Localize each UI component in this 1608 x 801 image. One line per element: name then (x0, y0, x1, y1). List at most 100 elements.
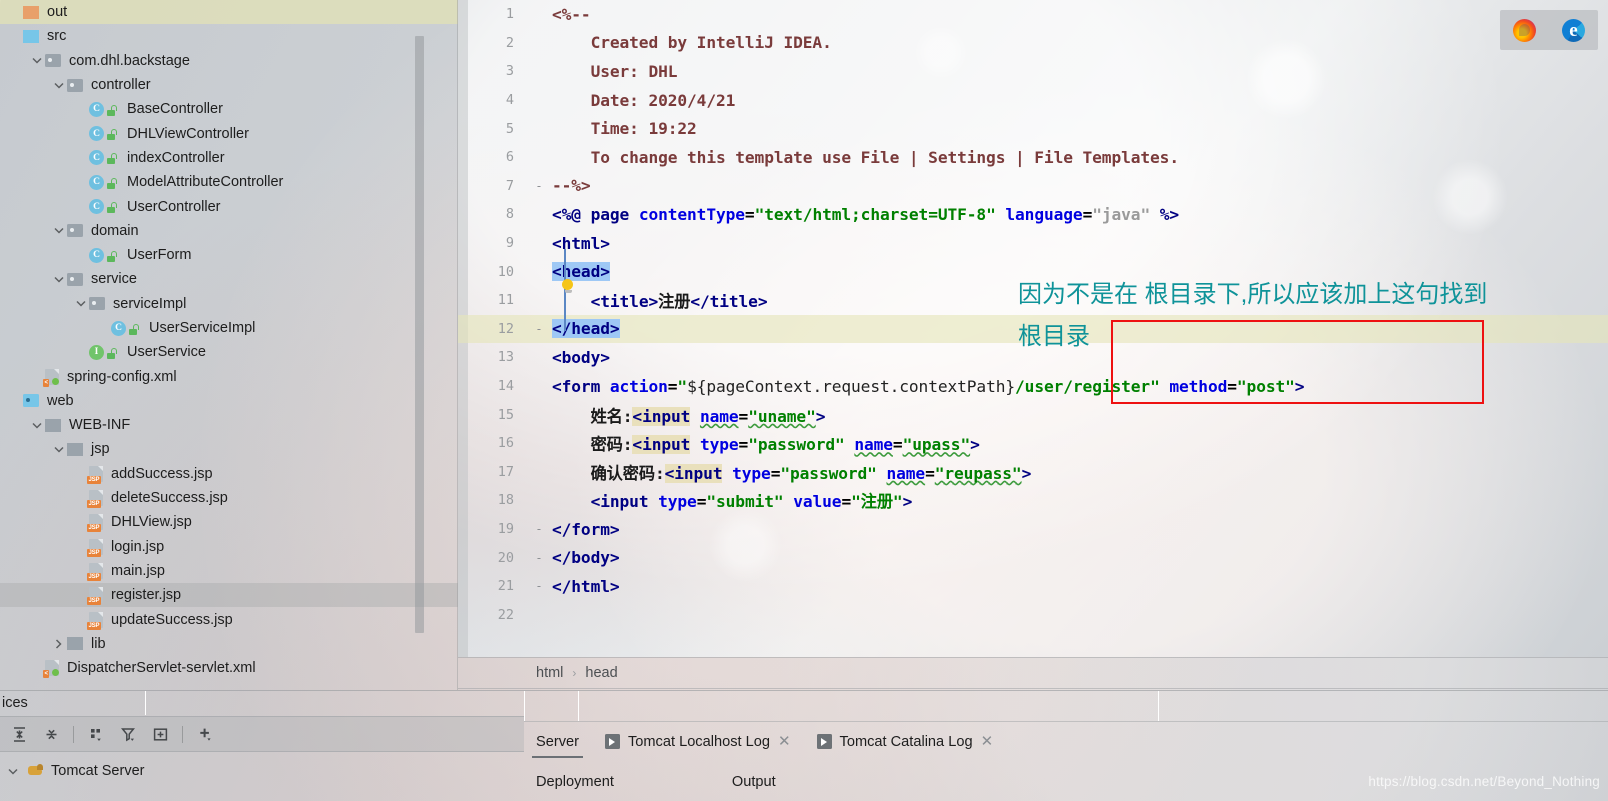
code-line-22[interactable]: 22 (458, 601, 1608, 630)
tree-item-userserviceimpl[interactable]: C UserServiceImpl (0, 316, 458, 340)
tab-tomcat-catalina-log-label: Tomcat Catalina Log (839, 733, 973, 750)
tree-item-com-dhl-backstage[interactable]: com.dhl.backstage (0, 49, 458, 73)
code-line-4[interactable]: 4 Date: 2020/4/21 (458, 86, 1608, 115)
chevron-right-icon[interactable] (50, 639, 67, 649)
fold-marker[interactable]: - (526, 551, 552, 565)
code-line-19[interactable]: 19- </form> (458, 515, 1608, 544)
services-toolbar[interactable] (0, 716, 524, 752)
group-by-icon[interactable] (81, 720, 111, 748)
chevron-down-icon[interactable] (50, 227, 67, 234)
code-line-8[interactable]: 8 <%@ page contentType="text/html;charset… (458, 200, 1608, 229)
code-line-21[interactable]: 21- </html> (458, 572, 1608, 601)
code-line-16[interactable]: 16 密码:<input type="password" name="upass… (458, 429, 1608, 458)
code-line-6[interactable]: 6 To change this template use File | Set… (458, 143, 1608, 172)
tree-item-indexcontroller[interactable]: CindexController (0, 146, 458, 170)
open-in-browser-popup[interactable] (1500, 10, 1598, 50)
fold-marker[interactable]: - (526, 522, 552, 536)
project-tree-scrollbar[interactable] (415, 36, 424, 633)
tree-item-icon (23, 5, 39, 19)
tree-item-addsuccess-jsp[interactable]: JSP addSuccess.jsp (0, 462, 458, 486)
folder-grey-icon (67, 637, 83, 651)
fold-marker[interactable]: - (526, 579, 552, 593)
tab-tomcat-catalina-log[interactable]: Tomcat Catalina Log ✕ (816, 722, 994, 762)
tree-item-deletesuccess-jsp[interactable]: JSP deleteSuccess.jsp (0, 486, 458, 510)
tree-item-userservice[interactable]: I UserService (0, 340, 458, 364)
tree-item-jsp[interactable]: jsp (0, 437, 458, 461)
services-tab-label[interactable]: ices (0, 691, 524, 715)
add-icon[interactable] (190, 720, 220, 748)
tree-item-icon: JSP (87, 490, 103, 509)
code-line-1[interactable]: 1 <%-- (458, 0, 1608, 29)
tree-item-domain[interactable]: domain (0, 219, 458, 243)
edge-icon[interactable] (1562, 18, 1585, 42)
fold-marker[interactable]: - (526, 179, 552, 193)
tab-tomcat-localhost-log[interactable]: Tomcat Localhost Log ✕ (604, 722, 791, 762)
code-line-9[interactable]: 9 <html> (458, 229, 1608, 258)
tree-item-lib[interactable]: lib (0, 632, 458, 656)
tree-item-modelattributecontroller[interactable]: C ModelAttributeController (0, 170, 458, 194)
expand-all-icon[interactable] (4, 720, 34, 748)
tree-item-out[interactable]: out (0, 0, 458, 25)
code-line-2[interactable]: 2 Created by IntelliJ IDEA. (458, 29, 1608, 58)
code-line-3[interactable]: 3 User: DHL (458, 57, 1608, 86)
tree-item-icon: I (89, 344, 119, 360)
xml-file-icon: < (43, 368, 60, 387)
code-line-18[interactable]: 18 <input type="submit" value="注册"> (458, 486, 1608, 515)
tree-item-web[interactable]: web (0, 389, 458, 413)
tree-item-label: UserServiceImpl (149, 320, 256, 336)
tree-item-register-jsp[interactable]: JSP register.jsp (0, 583, 458, 608)
tree-item-userform[interactable]: C UserForm (0, 243, 458, 267)
code-line-15[interactable]: 15 姓名:<input name="uname"> (458, 400, 1608, 429)
tree-item-src[interactable]: src (0, 24, 458, 48)
tree-item-spring-config-xml[interactable]: < spring-config.xml (0, 364, 458, 388)
toolbar-separator-2 (182, 725, 183, 743)
sub-tab-output[interactable]: Output (732, 774, 776, 790)
sub-tab-deployment[interactable]: Deployment (536, 774, 614, 790)
intention-bulb-icon[interactable] (562, 279, 574, 293)
tomcat-server-node[interactable]: Tomcat Server (0, 757, 524, 785)
chevron-down-icon[interactable] (50, 446, 67, 453)
code-line-17[interactable]: 17 确认密码:<input type="password" name="reu… (458, 458, 1608, 487)
chevron-down-icon[interactable] (50, 276, 67, 283)
tree-item-serviceimpl[interactable]: serviceImpl (0, 292, 458, 316)
fold-marker[interactable]: - (526, 322, 552, 336)
breadcrumb[interactable]: html › head (458, 657, 1608, 689)
chevron-down-icon[interactable] (28, 57, 45, 64)
code-line-20[interactable]: 20- </body> (458, 543, 1608, 572)
tree-item-web-inf[interactable]: WEB-INF (0, 413, 458, 437)
chevron-down-icon[interactable] (28, 422, 45, 429)
run-tabs[interactable]: Server Tomcat Localhost Log ✕ Tomcat Cat… (524, 721, 1608, 761)
tree-item-dhlviewcontroller[interactable]: C DHLViewController (0, 121, 458, 145)
breadcrumb-item-html[interactable]: html (536, 665, 563, 681)
project-tree-list[interactable]: out src com.dhl.backstage controller C BaseCo… (0, 0, 458, 680)
chevron-down-icon[interactable] (4, 768, 21, 775)
tree-item-service[interactable]: service (0, 267, 458, 291)
breadcrumb-item-head[interactable]: head (585, 665, 617, 681)
tree-item-icon (67, 78, 83, 92)
tab-server[interactable]: Server (532, 722, 583, 762)
close-icon[interactable]: ✕ (981, 734, 994, 749)
filter-icon[interactable] (113, 720, 143, 748)
collapse-all-icon[interactable] (36, 720, 66, 748)
project-tree-panel[interactable]: out src com.dhl.backstage controller C BaseCo… (0, 0, 458, 690)
services-panel[interactable]: ices Tomcat Server (0, 690, 524, 801)
chevron-down-icon[interactable] (72, 300, 89, 307)
tree-item-dhlview-jsp[interactable]: JSP DHLView.jsp (0, 510, 458, 534)
chevron-right-icon: › (572, 666, 577, 680)
tree-item-dispatcherservlet-servlet-xml[interactable]: < DispatcherServlet-servlet.xml (0, 656, 458, 680)
code-line-7[interactable]: 7- --%> (458, 172, 1608, 201)
tree-item-usercontroller[interactable]: C UserController (0, 194, 458, 218)
tree-item-login-jsp[interactable]: JSP login.jsp (0, 535, 458, 559)
tree-item-main-jsp[interactable]: JSP main.jsp (0, 559, 458, 583)
firefox-icon[interactable] (1513, 18, 1536, 42)
code-line-5[interactable]: 5 Time: 19:22 (458, 114, 1608, 143)
tree-item-icon: < (43, 660, 60, 679)
add-frame-icon[interactable] (145, 720, 175, 748)
close-icon[interactable]: ✕ (778, 734, 791, 749)
tree-item-basecontroller[interactable]: C BaseController (0, 97, 458, 121)
tree-item-controller[interactable]: controller (0, 73, 458, 97)
tree-item-label: DHLView.jsp (111, 514, 192, 531)
line-number: 7 (505, 177, 514, 194)
chevron-down-icon[interactable] (50, 82, 67, 89)
tree-item-updatesuccess-jsp[interactable]: JSP updateSuccess.jsp (0, 607, 458, 631)
